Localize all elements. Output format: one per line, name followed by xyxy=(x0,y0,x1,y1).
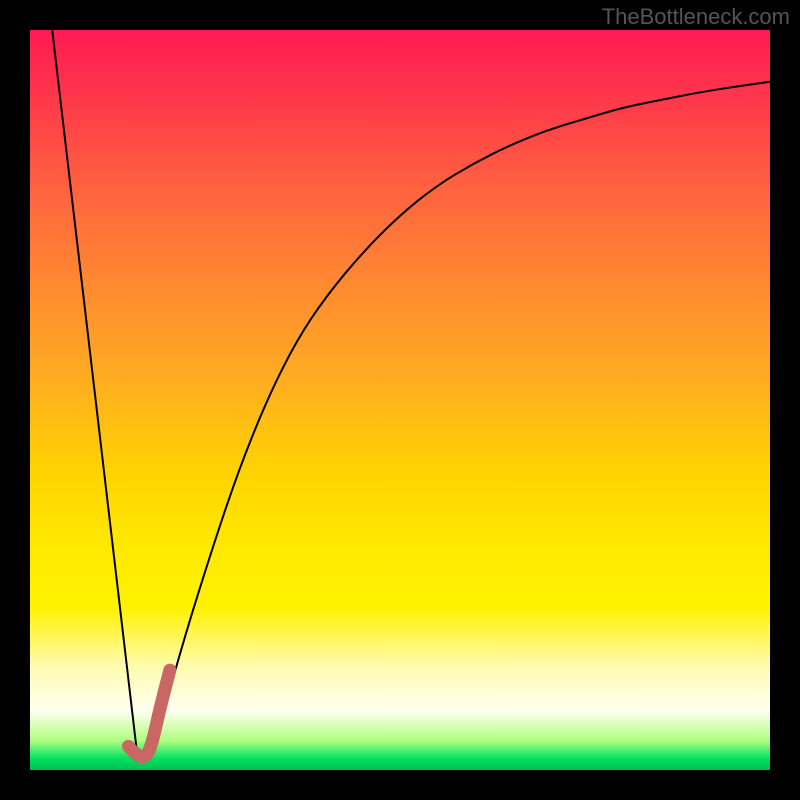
curve-layer xyxy=(30,30,770,770)
series-hook-overlay xyxy=(128,670,169,757)
watermark-text: TheBottleneck.com xyxy=(602,4,790,30)
series-right-limb xyxy=(156,82,770,741)
series-left-limb xyxy=(52,30,137,755)
chart-container: TheBottleneck.com xyxy=(0,0,800,800)
